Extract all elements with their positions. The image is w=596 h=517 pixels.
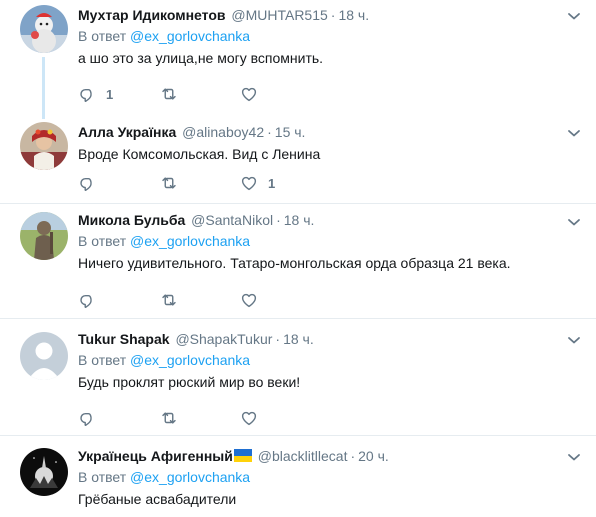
retweet-icon — [160, 85, 178, 103]
user-handle[interactable]: @ShapakTukur — [175, 331, 272, 347]
tweet-header: Мухтар Идикомнетов @MUHTAR515 · 18 ч. — [78, 7, 370, 23]
thread-line — [42, 57, 45, 119]
retweet-icon — [160, 174, 178, 192]
reply-prefix: В ответ — [78, 233, 127, 249]
reply-icon — [78, 174, 96, 192]
mention-link[interactable]: @ex_gorlovchanka — [130, 352, 250, 368]
tweet-content: Українець Афигенный @blacklitllecat · 20 ч… — [78, 447, 566, 509]
reply-context: В ответ @ex_gorlovchanka — [78, 27, 566, 45]
tweet-content: Алла Українка @alinaboy42 · 15 ч. Вроде Ко… — [78, 123, 566, 164]
like-button[interactable] — [240, 408, 268, 428]
avatar[interactable] — [20, 5, 68, 53]
tweet-text: Ничего удивительного. Татаро-монгольская… — [78, 255, 511, 271]
tweet-item[interactable]: Микола Бульба @SantaNikol · 18 ч. В ответ … — [0, 204, 596, 319]
like-count: 1 — [268, 175, 276, 191]
tweet-text: Вроде Комсомольская. Вид с Ленина — [78, 146, 321, 162]
chevron-down-icon[interactable] — [566, 125, 582, 141]
tweet-content: Микола Бульба @SantaNikol · 18 ч. В ответ … — [78, 211, 566, 273]
heart-icon — [240, 409, 258, 427]
reply-context: В ответ @ex_gorlovchanka — [78, 351, 566, 369]
heart-icon — [240, 174, 258, 192]
tweet-item[interactable]: Алла Українка @alinaboy42 · 15 ч. Вроде Ко… — [0, 119, 596, 204]
avatar[interactable] — [20, 212, 68, 260]
user-fullname[interactable]: Алла Українка — [78, 124, 176, 140]
chevron-down-icon[interactable] — [566, 449, 582, 465]
reply-icon — [78, 291, 96, 309]
chevron-down-icon[interactable] — [566, 8, 582, 24]
user-fullname[interactable]: Микола Бульба — [78, 212, 185, 228]
tweet-time[interactable]: 18 ч. — [283, 331, 314, 347]
chevron-down-icon[interactable] — [566, 332, 582, 348]
avatar[interactable] — [20, 332, 68, 380]
mention-link[interactable]: @ex_gorlovchanka — [130, 28, 250, 44]
reply-button[interactable]: 1 — [78, 84, 113, 104]
reply-icon — [78, 409, 96, 427]
retweet-button[interactable] — [160, 84, 188, 104]
reply-icon — [78, 85, 96, 103]
ukraine-flag-icon — [233, 449, 252, 462]
reply-context: В ответ @ex_gorlovchanka — [78, 468, 566, 486]
reply-prefix: В ответ — [78, 352, 127, 368]
heart-icon — [240, 291, 258, 309]
reply-button[interactable] — [78, 290, 106, 310]
like-button[interactable] — [240, 290, 268, 310]
user-handle[interactable]: @alinaboy42 — [182, 124, 264, 140]
tweet-header: Алла Українка @alinaboy42 · 15 ч. — [78, 124, 306, 140]
tweet-time[interactable]: 15 ч. — [275, 124, 306, 140]
user-handle[interactable]: @blacklitllecat — [258, 448, 348, 464]
avatar[interactable] — [20, 448, 68, 496]
retweet-icon — [160, 291, 178, 309]
avatar[interactable] — [20, 122, 68, 170]
reply-button[interactable] — [78, 173, 106, 193]
retweet-button[interactable] — [160, 408, 188, 428]
tweet-time[interactable]: 18 ч. — [338, 7, 369, 23]
tweet-text: Грёбаные асвабадители — [78, 491, 237, 507]
reply-prefix: В ответ — [78, 28, 127, 44]
user-fullname[interactable]: Українець Афигенный — [78, 448, 233, 464]
like-button[interactable] — [240, 84, 268, 104]
tweet-item[interactable]: Tukur Shapak @ShapakTukur · 18 ч. В ответ … — [0, 319, 596, 436]
user-fullname[interactable]: Tukur Shapak — [78, 331, 170, 347]
heart-icon — [240, 85, 258, 103]
tweet-header: Українець Афигенный @blacklitllecat · 20 ч… — [78, 448, 389, 464]
user-fullname[interactable]: Мухтар Идикомнетов — [78, 7, 225, 23]
reply-prefix: В ответ — [78, 469, 127, 485]
tweet-time[interactable]: 20 ч. — [358, 448, 389, 464]
tweet-time[interactable]: 18 ч. — [284, 212, 315, 228]
tweet-text: Будь проклят рюский мир во веки! — [78, 374, 301, 390]
like-button[interactable]: 1 — [240, 173, 275, 193]
user-handle[interactable]: @MUHTAR515 — [231, 7, 327, 23]
tweet-content: Мухтар Идикомнетов @MUHTAR515 · 18 ч. В от… — [78, 6, 566, 68]
mention-link[interactable]: @ex_gorlovchanka — [130, 469, 250, 485]
retweet-button[interactable] — [160, 290, 188, 310]
tweet-text: а шо это за улица,не могу вспомнить. — [78, 50, 324, 66]
retweet-icon — [160, 409, 178, 427]
user-handle[interactable]: @SantaNikol — [191, 212, 273, 228]
reply-button[interactable] — [78, 408, 106, 428]
chevron-down-icon[interactable] — [566, 214, 582, 230]
mention-link[interactable]: @ex_gorlovchanka — [130, 233, 250, 249]
reply-context: В ответ @ex_gorlovchanka — [78, 232, 566, 250]
tweet-header: Микола Бульба @SantaNikol · 18 ч. — [78, 212, 315, 228]
tweet-content: Tukur Shapak @ShapakTukur · 18 ч. В ответ … — [78, 330, 566, 392]
reply-count: 1 — [106, 86, 114, 102]
tweet-header: Tukur Shapak @ShapakTukur · 18 ч. — [78, 331, 314, 347]
tweet-item[interactable]: Мухтар Идикомнетов @MUHTAR515 · 18 ч. В от… — [0, 0, 596, 119]
tweet-item[interactable]: Українець Афигенный @blacklitllecat · 20 ч… — [0, 436, 596, 517]
retweet-button[interactable] — [160, 173, 188, 193]
